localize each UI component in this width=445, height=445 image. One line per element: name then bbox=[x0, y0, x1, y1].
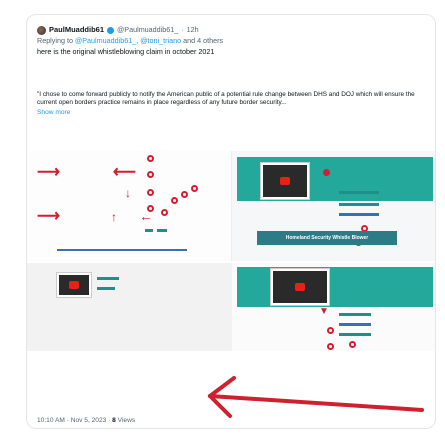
quote-text-block: "I chose to come forward publicly to not… bbox=[37, 91, 429, 117]
play-icon bbox=[295, 283, 305, 291]
blue-bar bbox=[339, 323, 371, 326]
red-circle-icon bbox=[171, 197, 178, 204]
play-icon bbox=[280, 177, 290, 185]
red-arrow-icon: ⟶ bbox=[37, 208, 60, 225]
red-circle-icon bbox=[323, 169, 330, 176]
tweet-header: PaulMuaddib61 @Paulmuaddib61_ · 12h Repl… bbox=[37, 25, 223, 57]
red-arrow-icon: ⟶ bbox=[37, 164, 60, 181]
verified-badge-icon bbox=[107, 26, 115, 34]
red-circle-icon bbox=[181, 191, 188, 198]
teal-bar bbox=[145, 229, 153, 232]
views-label: Views bbox=[117, 417, 136, 424]
author-name[interactable]: PaulMuaddib61 bbox=[49, 25, 104, 35]
teal-bar bbox=[339, 333, 371, 336]
video-thumbnail[interactable] bbox=[261, 163, 309, 199]
avatar[interactable] bbox=[37, 25, 46, 35]
play-icon bbox=[69, 281, 79, 289]
red-circle-icon bbox=[147, 171, 154, 178]
video-thumbnail[interactable] bbox=[271, 269, 329, 305]
teal-bar bbox=[97, 277, 119, 280]
teal-banner bbox=[237, 267, 433, 307]
red-arrow-icon bbox=[208, 376, 424, 418]
footer-timestamp[interactable]: 10:10 AM · Nov 5, 2023 · bbox=[37, 417, 110, 424]
tweet-card[interactable]: PaulMuaddib61 @Paulmuaddib61_ · 12h Repl… bbox=[26, 14, 436, 429]
quote-text: "I chose to come forward publicly to not… bbox=[37, 91, 415, 107]
red-circle-icon bbox=[327, 343, 334, 350]
teal-bar bbox=[157, 229, 167, 232]
red-circle-icon bbox=[147, 189, 154, 196]
show-more-link[interactable]: Show more bbox=[37, 109, 429, 117]
teal-bar bbox=[339, 191, 379, 194]
blue-bar bbox=[57, 249, 187, 251]
red-circle-icon bbox=[147, 155, 154, 162]
teal-bar bbox=[339, 203, 379, 206]
red-circle-icon bbox=[161, 209, 168, 216]
replying-prefix: Replying to bbox=[37, 36, 73, 45]
video-thumbnail[interactable] bbox=[57, 273, 91, 297]
teal-bar bbox=[97, 287, 115, 290]
tweet-footer: 10:10 AM · Nov 5, 2023 · 8 Views bbox=[37, 417, 135, 424]
replying-to-link-2[interactable]: @toni_triano bbox=[140, 36, 181, 45]
red-arrow-icon: ↑ bbox=[111, 210, 117, 224]
tweet-text: here is the original whistleblowing clai… bbox=[37, 47, 215, 56]
replying-to-link-1[interactable]: @Paulmuaddib61_ bbox=[75, 36, 136, 45]
time-separator: · bbox=[181, 25, 184, 34]
red-arrow-icon: ⟵ bbox=[113, 164, 136, 181]
teal-bar bbox=[339, 313, 371, 316]
red-arrow-icon: ▼ bbox=[319, 306, 329, 317]
image-collage[interactable]: ⟶ ⟵ ⟶ ← ↓ ↑ ▼ bbox=[27, 151, 435, 351]
tweet-time[interactable]: 12h bbox=[187, 25, 199, 35]
replying-to-line: Replying to @Paulmuaddib61_, @toni_trian… bbox=[37, 36, 224, 45]
red-arrow-icon: ↓ bbox=[125, 186, 131, 200]
replying-suffix[interactable]: and 4 others bbox=[183, 36, 223, 45]
views-count: 8 bbox=[112, 417, 116, 424]
blue-bar bbox=[339, 213, 379, 216]
red-circle-icon bbox=[191, 185, 198, 192]
author-handle[interactable]: @Paulmuaddib61_ bbox=[117, 25, 178, 35]
red-circle-icon bbox=[327, 327, 334, 334]
red-circle-icon bbox=[349, 341, 356, 348]
red-circle-icon bbox=[147, 205, 154, 212]
homeland-security-banner: Homeland Security Whistle Blower bbox=[257, 231, 397, 245]
